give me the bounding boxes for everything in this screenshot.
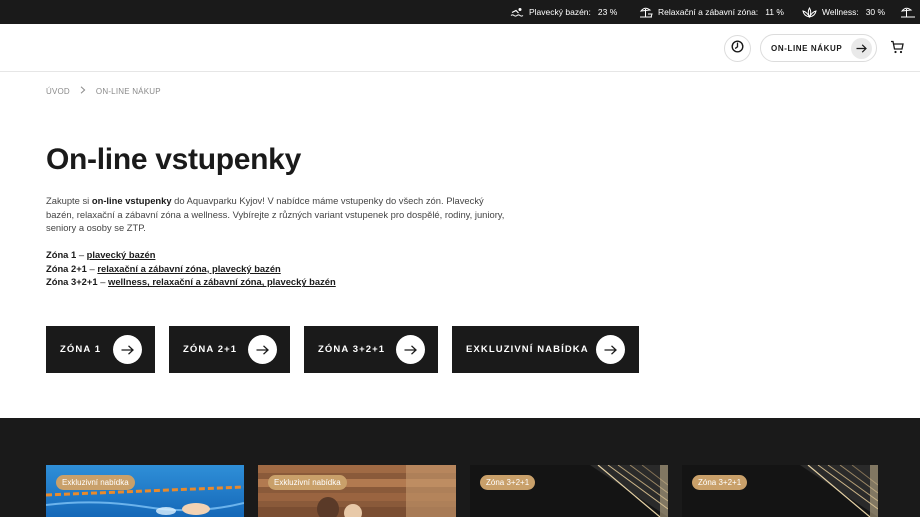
beach-umbrella-icon xyxy=(639,6,653,18)
zone-link[interactable]: plavecký bazén xyxy=(87,249,156,260)
zones-list: Zóna 1 – plavecký bazén Zóna 2+1 – relax… xyxy=(46,248,336,289)
arrow-right-icon xyxy=(851,38,872,59)
zone-separator: – xyxy=(76,249,87,260)
card-badge: Exkluzivní nabídka xyxy=(56,475,135,490)
arrow-right-icon xyxy=(596,335,625,364)
zone-link[interactable]: wellness, relaxační a zábavní zóna, plav… xyxy=(108,276,336,287)
occupancy-bar: Plavecký bazén: 23 % Relaxační a zábavní… xyxy=(0,0,920,24)
occupancy-wellness: Wellness: 30 % xyxy=(802,0,885,24)
arrow-right-icon xyxy=(396,335,425,364)
zone-button-label: ZÓNA 3+2+1 xyxy=(318,344,386,355)
zone-2-button[interactable]: ZÓNA 2+1 xyxy=(169,326,290,373)
online-shop-label: ON-LINE NÁKUP xyxy=(771,43,843,53)
offer-card[interactable]: Zóna 3+2+1 xyxy=(470,465,668,517)
intro-pre: Zakupte si xyxy=(46,195,92,206)
zone-row: Zóna 2+1 – relaxační a zábavní zóna, pla… xyxy=(46,262,336,276)
arrow-right-icon xyxy=(113,335,142,364)
offer-card[interactable]: Zóna 3+2+1 xyxy=(682,465,878,517)
sauna-photo xyxy=(258,465,456,517)
zone-button-label: EXKLUZIVNÍ NABÍDKA xyxy=(466,344,589,355)
card-badge: Zóna 3+2+1 xyxy=(692,475,748,490)
breadcrumb-home[interactable]: ÚVOD xyxy=(46,87,70,96)
zone-name: Zóna 2+1 xyxy=(46,262,87,274)
chevron-right-icon xyxy=(80,86,86,96)
zone-link[interactable]: relaxační a zábavní zóna, plavecký bazén xyxy=(97,263,280,274)
opening-hours-button[interactable] xyxy=(724,35,751,62)
page-title: On-line vstupenky xyxy=(46,143,301,176)
offer-card[interactable]: Exkluzivní nabídka xyxy=(46,465,244,517)
wellness-photo xyxy=(470,465,668,517)
zone-separator: – xyxy=(86,262,98,274)
card-badge: Exkluzivní nabídka xyxy=(268,475,347,490)
site-header: ON-LINE NÁKUP xyxy=(0,24,920,72)
occupancy-value: 11 % xyxy=(765,7,784,17)
pool-photo xyxy=(46,465,244,517)
zone-separator: – xyxy=(97,276,109,288)
zone-button-label: ZÓNA 1 xyxy=(60,344,102,355)
zone-row: Zóna 3+2+1 – wellness, relaxační a zábav… xyxy=(46,275,336,289)
offer-card[interactable]: Exkluzivní nabídka xyxy=(258,465,456,517)
online-shop-button[interactable]: ON-LINE NÁKUP xyxy=(760,34,877,62)
wellness-photo xyxy=(682,465,878,517)
lotus-icon xyxy=(802,6,817,18)
breadcrumb: ÚVOD ON-LINE NÁKUP xyxy=(46,86,161,96)
occupancy-more xyxy=(900,0,916,24)
occupancy-value: 23 % xyxy=(597,7,618,17)
beach-umbrella-icon xyxy=(900,6,916,18)
card-badge: Zóna 3+2+1 xyxy=(480,475,536,490)
zone-1-button[interactable]: ZÓNA 1 xyxy=(46,326,155,373)
breadcrumb-current: ON-LINE NÁKUP xyxy=(95,86,161,96)
occupancy-label: Wellness: xyxy=(822,7,859,17)
zone-row: Zóna 1 – plavecký bazén xyxy=(46,248,336,262)
occupancy-value: 30 % xyxy=(865,7,886,17)
occupancy-relax: Relaxační a zábavní zóna: 11 % xyxy=(639,0,784,24)
zone-button-label: ZÓNA 2+1 xyxy=(183,344,238,355)
occupancy-label: Plavecký bazén: xyxy=(529,7,591,17)
intro-bold: on-line vstupenky xyxy=(91,195,172,206)
clock-icon xyxy=(731,39,744,58)
occupancy-label: Relaxační a zábavní zóna: xyxy=(658,7,759,17)
exclusive-offer-button[interactable]: EXKLUZIVNÍ NABÍDKA xyxy=(452,326,639,373)
zone-name: Zóna 3+2+1 xyxy=(46,276,98,288)
zone-3-button[interactable]: ZÓNA 3+2+1 xyxy=(304,326,438,373)
cart-icon[interactable] xyxy=(890,40,904,59)
zone-name: Zóna 1 xyxy=(46,249,77,260)
swimmer-icon xyxy=(510,7,524,18)
arrow-right-icon xyxy=(248,335,277,364)
occupancy-pool: Plavecký bazén: 23 % xyxy=(510,0,617,24)
intro-text: Zakupte si on-line vstupenky do Aquavpar… xyxy=(46,194,506,235)
